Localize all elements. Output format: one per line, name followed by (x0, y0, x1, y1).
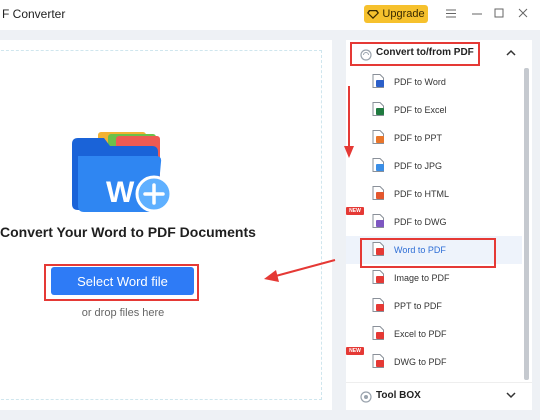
sidebar-item-label: DWG to PDF (394, 357, 447, 367)
jpg-file-icon (372, 158, 385, 172)
section-toolbox[interactable]: Tool BOX (346, 382, 532, 408)
sidebar-item-label: PDF to HTML (394, 189, 450, 199)
toolbox-icon (360, 390, 372, 403)
pdf-file-icon (372, 298, 385, 312)
maximize-icon[interactable] (492, 6, 506, 20)
sidebar-item-word-to-pdf[interactable]: Word to PDF (346, 236, 522, 264)
sidebar-item-pdf-to-dwg[interactable]: PDF to DWG NEW (346, 207, 522, 236)
sidebar-item-pdf-to-word[interactable]: PDF to Word (346, 68, 522, 96)
word-file-icon (372, 74, 385, 88)
page-title: Convert Your Word to PDF Documents (0, 224, 256, 240)
excel-file-icon (372, 102, 385, 116)
sidebar-item-label: PDF to Excel (394, 105, 447, 115)
sidebar-item-label: PPT to PDF (394, 301, 442, 311)
refresh-icon (360, 48, 372, 61)
sidebar-item-label: Excel to PDF (394, 329, 447, 339)
sidebar-item-pdf-to-html[interactable]: PDF to HTML (346, 180, 522, 208)
drop-hint: or drop files here (81, 307, 165, 319)
scrollbar[interactable] (524, 68, 529, 380)
ppt-file-icon (372, 130, 385, 144)
sidebar-item-label: PDF to PPT (394, 133, 443, 143)
sidebar-item-ppt-to-pdf[interactable]: PPT to PDF (346, 292, 522, 320)
sidebar-item-label: Word to PDF (394, 245, 446, 255)
sidebar-item-label: Image to PDF (394, 273, 450, 283)
upgrade-button[interactable]: Upgrade (364, 5, 428, 23)
sidebar-item-label: PDF to JPG (394, 161, 443, 171)
app-title: F Converter (2, 7, 66, 21)
sidebar-item-label: PDF to DWG (394, 217, 447, 227)
select-word-file-button[interactable]: Select Word file (51, 267, 194, 295)
new-badge: NEW (346, 207, 364, 215)
dwg-file-icon (372, 214, 385, 228)
title-bar: F Converter Upgrade (0, 0, 540, 30)
close-icon[interactable] (516, 6, 530, 20)
sidebar-item-dwg-to-pdf[interactable]: DWG to PDF NEW (346, 347, 522, 376)
folder-letter: W (106, 176, 135, 209)
section-convert-pdf[interactable]: Convert to/from PDF (346, 40, 532, 68)
menu-icon[interactable] (444, 6, 458, 20)
pdf-file-icon (372, 242, 385, 256)
chevron-up-icon[interactable] (506, 46, 516, 60)
chevron-down-icon[interactable] (506, 388, 516, 402)
sidebar-item-pdf-to-jpg[interactable]: PDF to JPG (346, 152, 522, 180)
drop-zone[interactable]: W Convert Your Word to PDF Documents Sel… (0, 40, 332, 410)
sidebar-item-image-to-pdf[interactable]: Image to PDF (346, 264, 522, 292)
upgrade-label: Upgrade (382, 8, 425, 20)
sidebar-item-label: PDF to Word (394, 77, 446, 87)
diamond-icon (367, 9, 380, 19)
sidebar-item-pdf-to-ppt[interactable]: PDF to PPT (346, 124, 522, 152)
sidebar: Convert to/from PDF PDF to Word PDF to Ex… (346, 40, 532, 410)
pdf-file-icon (372, 270, 385, 284)
pdf-file-icon (372, 326, 385, 340)
html-file-icon (372, 186, 385, 200)
sidebar-item-excel-to-pdf[interactable]: Excel to PDF (346, 320, 522, 348)
pdf-file-icon (372, 354, 385, 368)
new-badge: NEW (346, 347, 364, 355)
toolbox-title: Tool BOX (376, 390, 421, 401)
minimize-icon[interactable] (470, 6, 484, 20)
sidebar-item-pdf-to-excel[interactable]: PDF to Excel (346, 96, 522, 124)
section-title: Convert to/from PDF (376, 47, 474, 58)
